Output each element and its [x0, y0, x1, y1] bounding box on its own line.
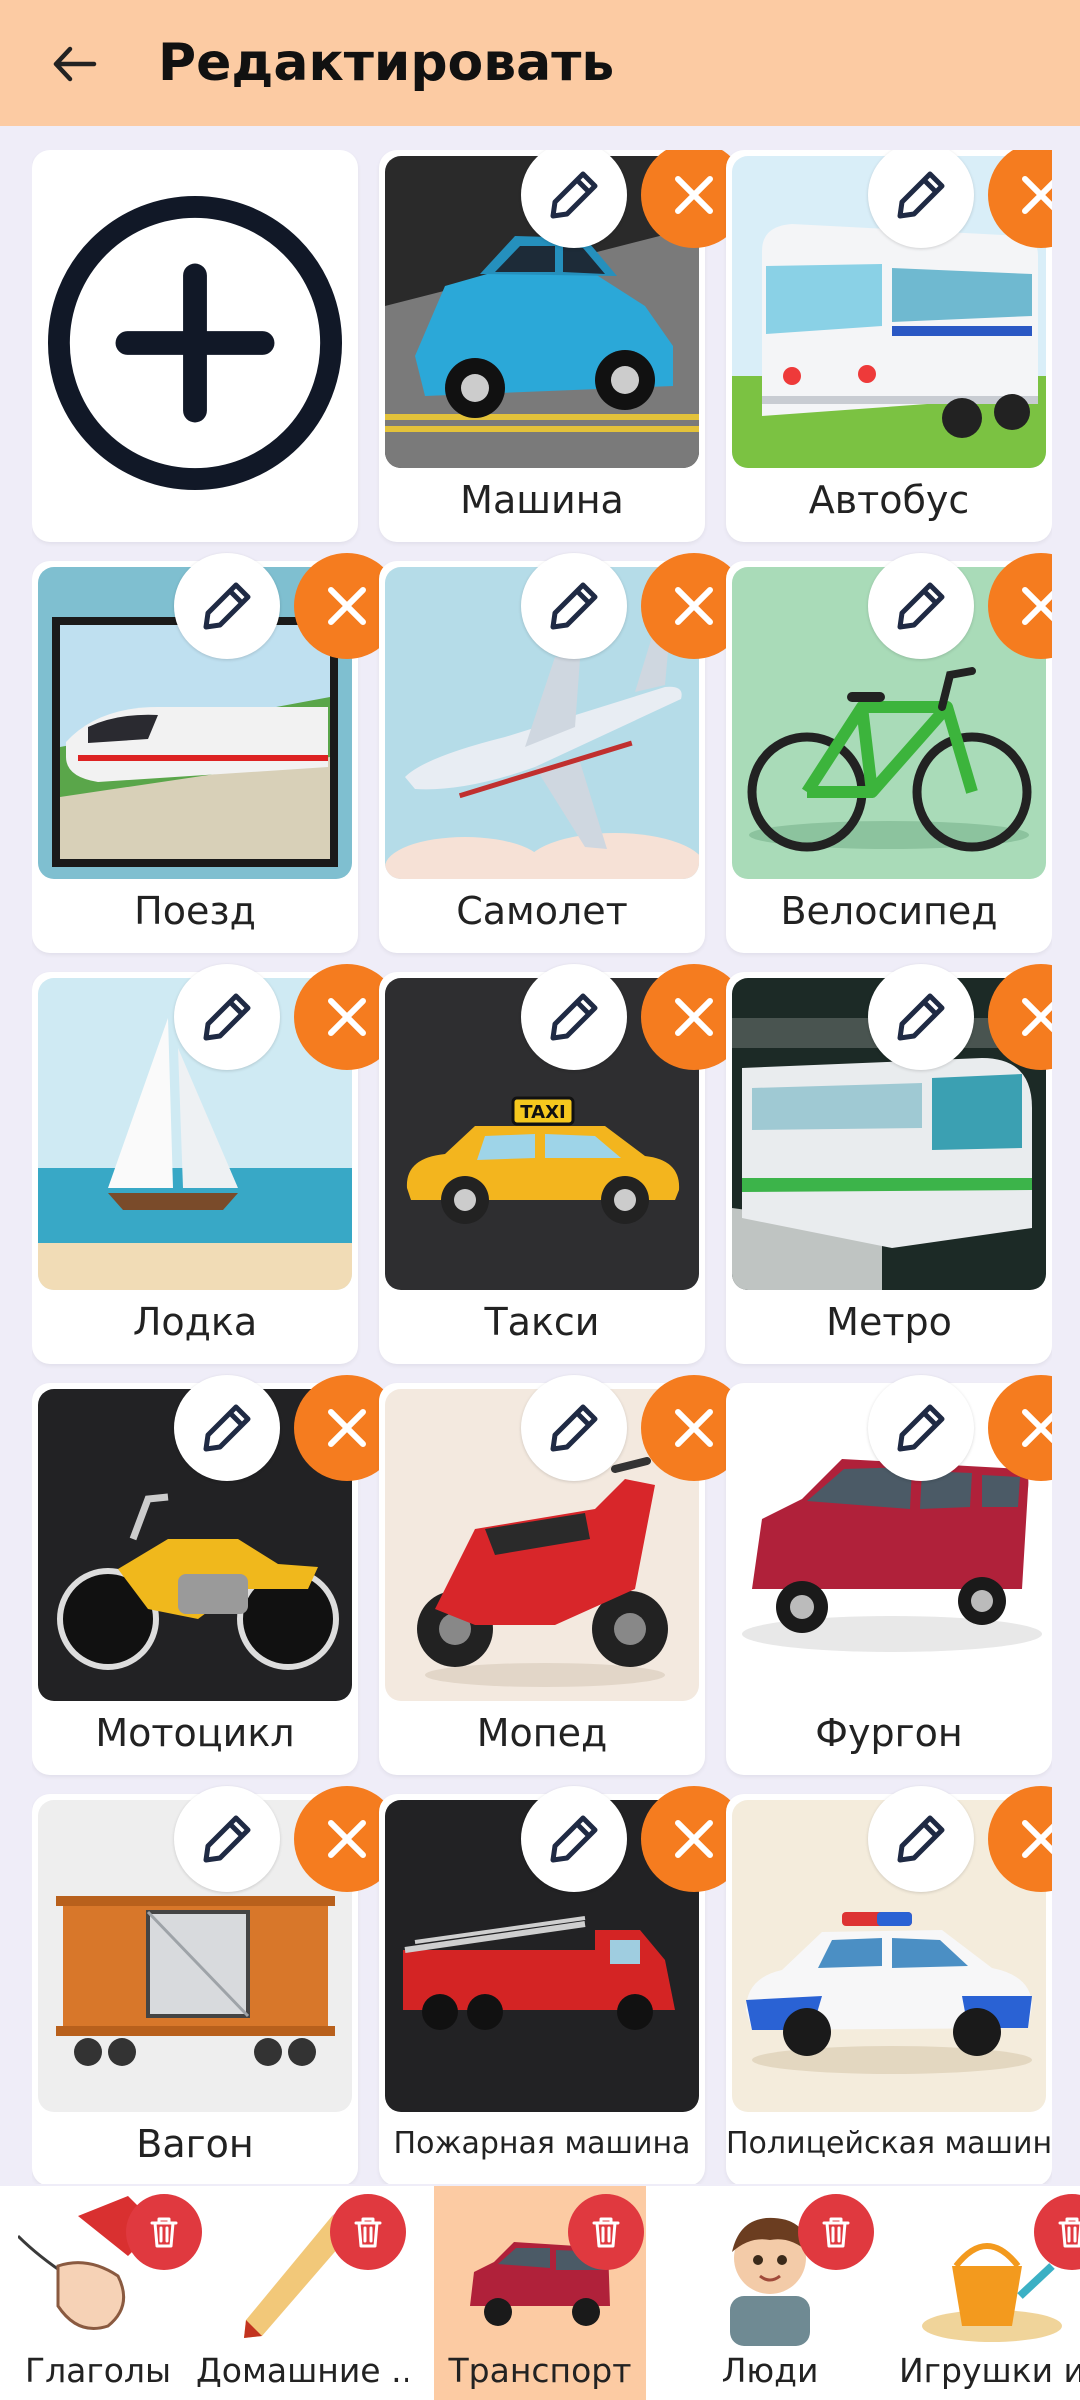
pencil-icon [897, 171, 945, 219]
trash-icon [1058, 2217, 1080, 2248]
item-label: Велосипед [780, 889, 998, 933]
pencil-icon [203, 993, 251, 1041]
item-label: Такси [484, 1300, 600, 1344]
pencil-icon [203, 1815, 251, 1863]
trash-icon [592, 2217, 620, 2248]
close-icon [675, 998, 713, 1036]
item-label: Мотоцикл [95, 1711, 295, 1755]
pencil-icon [550, 1404, 598, 1452]
category-delete-button[interactable] [330, 2194, 406, 2270]
edit-item-button[interactable] [521, 1786, 627, 1892]
close-icon [328, 587, 366, 625]
app-header: Редактировать [0, 0, 1080, 126]
close-icon [328, 1409, 366, 1447]
edit-item-button[interactable] [521, 964, 627, 1070]
item-card[interactable]: Машина [379, 150, 747, 542]
edit-item-button[interactable] [868, 553, 974, 659]
item-label: Полицейская машина [726, 2126, 1052, 2161]
pencil-icon [897, 1404, 945, 1452]
arrow-left-icon [53, 46, 97, 82]
item-card[interactable]: Лодка [32, 964, 400, 1364]
item-card[interactable]: Фургон [726, 1375, 1052, 1775]
pencil-icon [897, 1815, 945, 1863]
category-label: Глаголы [24, 2351, 172, 2390]
close-icon [1022, 998, 1052, 1036]
edit-item-button[interactable] [868, 1786, 974, 1892]
item-card[interactable]: Автобус [726, 150, 1052, 542]
edit-item-button[interactable] [174, 553, 280, 659]
item-card[interactable]: Метро [726, 964, 1052, 1364]
page-title: Редактировать [158, 33, 615, 93]
category-delete-button[interactable] [568, 2194, 644, 2270]
item-label: Мопед [476, 1711, 608, 1755]
edit-item-button[interactable] [521, 1375, 627, 1481]
edit-item-button[interactable] [521, 553, 627, 659]
category-delete-button[interactable] [126, 2194, 202, 2270]
close-icon [1022, 1820, 1052, 1858]
item-card[interactable]: Поезд [32, 553, 400, 953]
trash-icon [150, 2217, 178, 2248]
item-label: Метро [826, 1300, 952, 1344]
item-label: Автобус [808, 478, 970, 522]
item-card[interactable]: Полицейская машина [726, 1786, 1052, 2184]
items-grid: Машина Автобус Поезд Самолет Велосипед Л… [32, 150, 1052, 2184]
item-card[interactable]: Мопед [379, 1375, 747, 1775]
edit-item-button[interactable] [868, 1375, 974, 1481]
category-label: Игрушки и [898, 2351, 1080, 2390]
add-item-card[interactable] [32, 150, 358, 542]
trash-icon [822, 2217, 850, 2248]
item-label: Вагон [136, 2122, 254, 2166]
edit-item-button[interactable] [868, 964, 974, 1070]
item-card[interactable]: Вагон [32, 1786, 400, 2184]
category-label: Люди [721, 2351, 819, 2390]
category-tab-active[interactable]: Транспорт [434, 2186, 646, 2400]
close-icon [675, 176, 713, 214]
category-tab[interactable]: Глаголы [0, 2186, 204, 2400]
item-label: Фургон [815, 1711, 963, 1755]
pencil-icon [203, 582, 251, 630]
close-icon [675, 587, 713, 625]
category-bar: Глаголы Домашние ... Транспорт Люди Игру… [0, 2186, 1080, 2400]
item-card[interactable]: Самолет [379, 553, 747, 953]
item-label: Самолет [456, 889, 628, 933]
edit-item-button[interactable] [174, 964, 280, 1070]
back-button[interactable] [40, 30, 108, 98]
close-icon [1022, 176, 1052, 214]
close-icon [675, 1820, 713, 1858]
trash-icon [354, 2217, 382, 2248]
edit-item-button[interactable] [174, 1375, 280, 1481]
pencil-icon [897, 993, 945, 1041]
item-label: Лодка [132, 1300, 258, 1344]
close-icon [1022, 1409, 1052, 1447]
pencil-icon [550, 582, 598, 630]
category-tab[interactable]: Игрушки и [886, 2186, 1080, 2400]
close-icon [1022, 587, 1052, 625]
category-label: Домашние ... [196, 2351, 408, 2390]
item-card[interactable]: Пожарная машина [379, 1786, 747, 2184]
pencil-icon [897, 582, 945, 630]
pencil-icon [203, 1404, 251, 1452]
close-icon [328, 998, 366, 1036]
edit-item-button[interactable] [174, 1786, 280, 1892]
category-tab[interactable]: Домашние ... [196, 2186, 408, 2400]
pencil-icon [550, 1815, 598, 1863]
category-delete-button[interactable] [798, 2194, 874, 2270]
category-tab[interactable]: Люди [664, 2186, 876, 2400]
category-label: Транспорт [448, 2351, 632, 2390]
pencil-icon [550, 993, 598, 1041]
item-card[interactable]: Мотоцикл [32, 1375, 400, 1775]
svg-text:TAXI: TAXI [520, 1102, 565, 1123]
pencil-icon [550, 171, 598, 219]
item-label: Пожарная машина [393, 2126, 691, 2161]
close-icon [328, 1820, 366, 1858]
item-label: Машина [460, 478, 624, 522]
close-icon [675, 1409, 713, 1447]
item-label: Поезд [134, 889, 256, 933]
item-card[interactable]: Велосипед [726, 553, 1052, 953]
item-card[interactable]: TAXI Такси [379, 964, 747, 1364]
plus-circle-icon [47, 195, 343, 491]
